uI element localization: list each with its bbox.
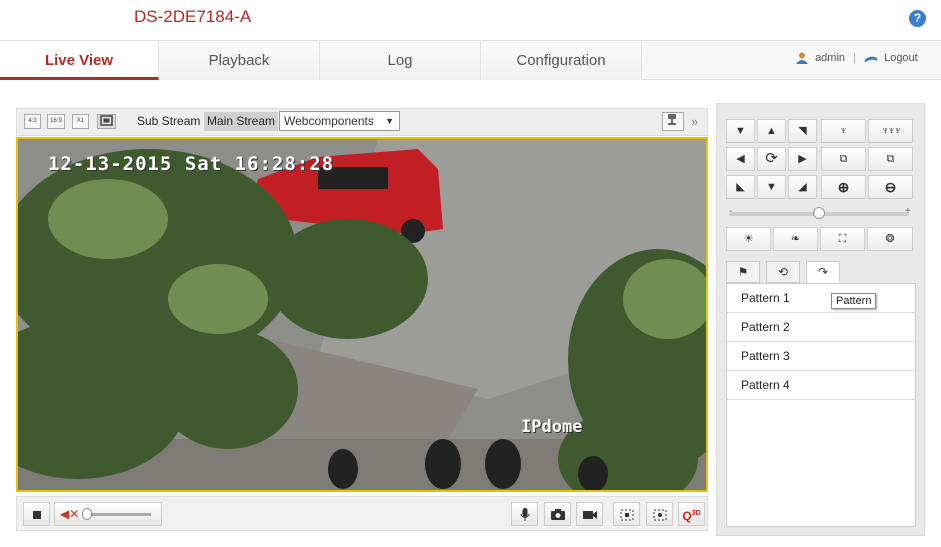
iris-open-icon: ⊕ — [837, 179, 850, 195]
plugin-select[interactable]: Webcomponents ▼ — [279, 111, 400, 131]
focus-far-icon: ⧉ — [886, 153, 895, 165]
tab-configuration[interactable]: Configuration — [481, 41, 642, 80]
tab-preset[interactable]: ⚑ — [726, 261, 760, 283]
logout-link[interactable]: Logout — [884, 52, 918, 64]
3d-positioning-button[interactable]: Q3D — [678, 502, 705, 526]
ptz-camera-icon — [668, 114, 676, 125]
pattern-list: Pattern 1 Pattern 2 Pattern 3 Pattern 4 … — [726, 283, 916, 527]
volume-slider-track[interactable] — [85, 513, 151, 516]
tab-live-view[interactable]: Live View — [0, 41, 159, 80]
ptz-control-panel: ▼ ▲ ◥ ◀ ⟳ ▶ ◣ ▼ ◢ ♆ ♆♆♆ ⧉ ⧉ ⊕ ⊖ - + ☀ ❧ … — [716, 103, 925, 536]
help-icon[interactable]: ? — [909, 10, 926, 27]
pattern-item[interactable]: Pattern 3 — [727, 342, 915, 371]
pattern-item[interactable]: Pattern 4 — [727, 371, 915, 400]
focus-far-button[interactable]: ⧉ — [868, 147, 913, 171]
capture-button[interactable] — [544, 502, 571, 526]
ptz-right-button[interactable]: ▶ — [788, 147, 817, 171]
pattern-item[interactable]: Pattern 1 — [727, 284, 915, 313]
focus-near-icon: ⧉ — [839, 153, 848, 165]
patrol-icon: ⟲ — [777, 265, 789, 279]
plugin-select-value: Webcomponents — [284, 114, 374, 128]
sub-stream-button[interactable]: Sub Stream — [134, 112, 203, 131]
record-button[interactable] — [576, 502, 603, 526]
user-area: admin | Logout — [795, 52, 918, 65]
ptz-down-button[interactable]: ▼ — [757, 175, 786, 199]
ptz-auto-button[interactable]: ⟳ — [757, 147, 786, 171]
lens-init-icon: ❂ — [885, 233, 895, 245]
chevron-down-icon: ▼ — [385, 116, 394, 126]
main-stream-button[interactable]: Main Stream — [204, 112, 279, 131]
iris-close-icon: ⊖ — [884, 179, 897, 195]
preset-icon: ⚑ — [737, 265, 749, 279]
tab-log[interactable]: Log — [320, 41, 481, 80]
zoom-in-button[interactable]: ♆ — [821, 119, 866, 143]
zoom-box-icon — [620, 509, 633, 521]
wiper-icon: ❧ — [790, 233, 801, 245]
logout-icon — [864, 56, 878, 63]
lens-init-button[interactable]: ❂ — [867, 227, 913, 251]
live-video[interactable]: 12-13-2015 Sat 16:28:28 IPdome — [16, 137, 708, 492]
light-icon: ☀ — [743, 233, 754, 245]
user-icon — [796, 52, 808, 65]
one-touch-focus-button[interactable]: ⛶ — [820, 227, 865, 251]
regional-focus-button[interactable] — [646, 502, 673, 526]
fit-window-icon — [100, 115, 113, 126]
mute-icon: ◀✕ — [60, 507, 80, 521]
focus-box-icon — [653, 509, 666, 521]
audio-talk-button[interactable] — [511, 502, 538, 526]
ptz-speed-knob[interactable] — [813, 207, 825, 219]
zoom-out-button[interactable]: ♆♆♆ — [868, 119, 913, 143]
light-button[interactable]: ☀ — [726, 227, 771, 251]
user-separator: | — [853, 52, 856, 65]
wiper-button[interactable]: ❧ — [773, 227, 818, 251]
osd-timestamp: 12-13-2015 Sat 16:28:28 — [48, 153, 335, 175]
video-record-icon — [582, 511, 597, 520]
speed-plus-icon: + — [905, 206, 911, 217]
camera-scene — [18, 139, 706, 490]
tooltip: Pattern — [831, 293, 877, 309]
camera-icon — [550, 509, 565, 521]
stop-button[interactable] — [23, 502, 50, 526]
ptz-up-left-button[interactable]: ▼ — [726, 119, 755, 143]
device-title: DS-2DE7184-A — [134, 7, 252, 26]
tab-patrol[interactable]: ⟲ — [766, 261, 800, 283]
focus-frame-icon: ⛶ — [838, 233, 847, 245]
live-toolbar: 4:3 16:9 X1 Sub Stream Main Stream Webco… — [16, 108, 708, 136]
digital-zoom-button[interactable] — [613, 502, 640, 526]
ratio-16-9-button[interactable]: 16:9 — [47, 114, 65, 129]
stop-icon — [32, 510, 41, 519]
pattern-icon: ↷ — [817, 265, 829, 279]
ptz-up-right-button[interactable]: ◥ — [788, 119, 817, 143]
ptz-panel-button[interactable] — [662, 112, 684, 131]
zoom-out-icon: ♆♆♆ — [881, 125, 902, 137]
tab-playback[interactable]: Playback — [159, 41, 320, 80]
osd-camera-name: IPdome — [521, 417, 583, 437]
focus-near-button[interactable]: ⧉ — [821, 147, 866, 171]
ptz-down-left-button[interactable]: ◣ — [726, 175, 755, 199]
iris-close-button[interactable]: ⊖ — [868, 175, 913, 199]
playback-controls: ◀✕ Q3D — [16, 496, 708, 531]
microphone-icon — [519, 507, 530, 521]
pattern-item[interactable]: Pattern 2 — [727, 313, 915, 342]
volume-slider-knob[interactable] — [82, 508, 92, 520]
ratio-original-button[interactable]: X1 — [72, 114, 89, 129]
3d-zoom-icon: Q3D — [682, 509, 701, 523]
auto-fit-button[interactable] — [97, 114, 116, 129]
tab-pattern[interactable]: ↷ — [806, 261, 840, 283]
volume-control[interactable]: ◀✕ — [54, 502, 162, 526]
zoom-in-icon: ♆ — [839, 125, 848, 137]
collapse-panel-icon[interactable]: » — [691, 114, 698, 129]
ptz-left-button[interactable]: ◀ — [726, 147, 755, 171]
username[interactable]: admin — [815, 52, 845, 64]
ptz-down-right-button[interactable]: ◢ — [788, 175, 817, 199]
iris-open-button[interactable]: ⊕ — [821, 175, 866, 199]
ptz-up-button[interactable]: ▲ — [757, 119, 786, 143]
ratio-4-3-button[interactable]: 4:3 — [24, 114, 41, 129]
